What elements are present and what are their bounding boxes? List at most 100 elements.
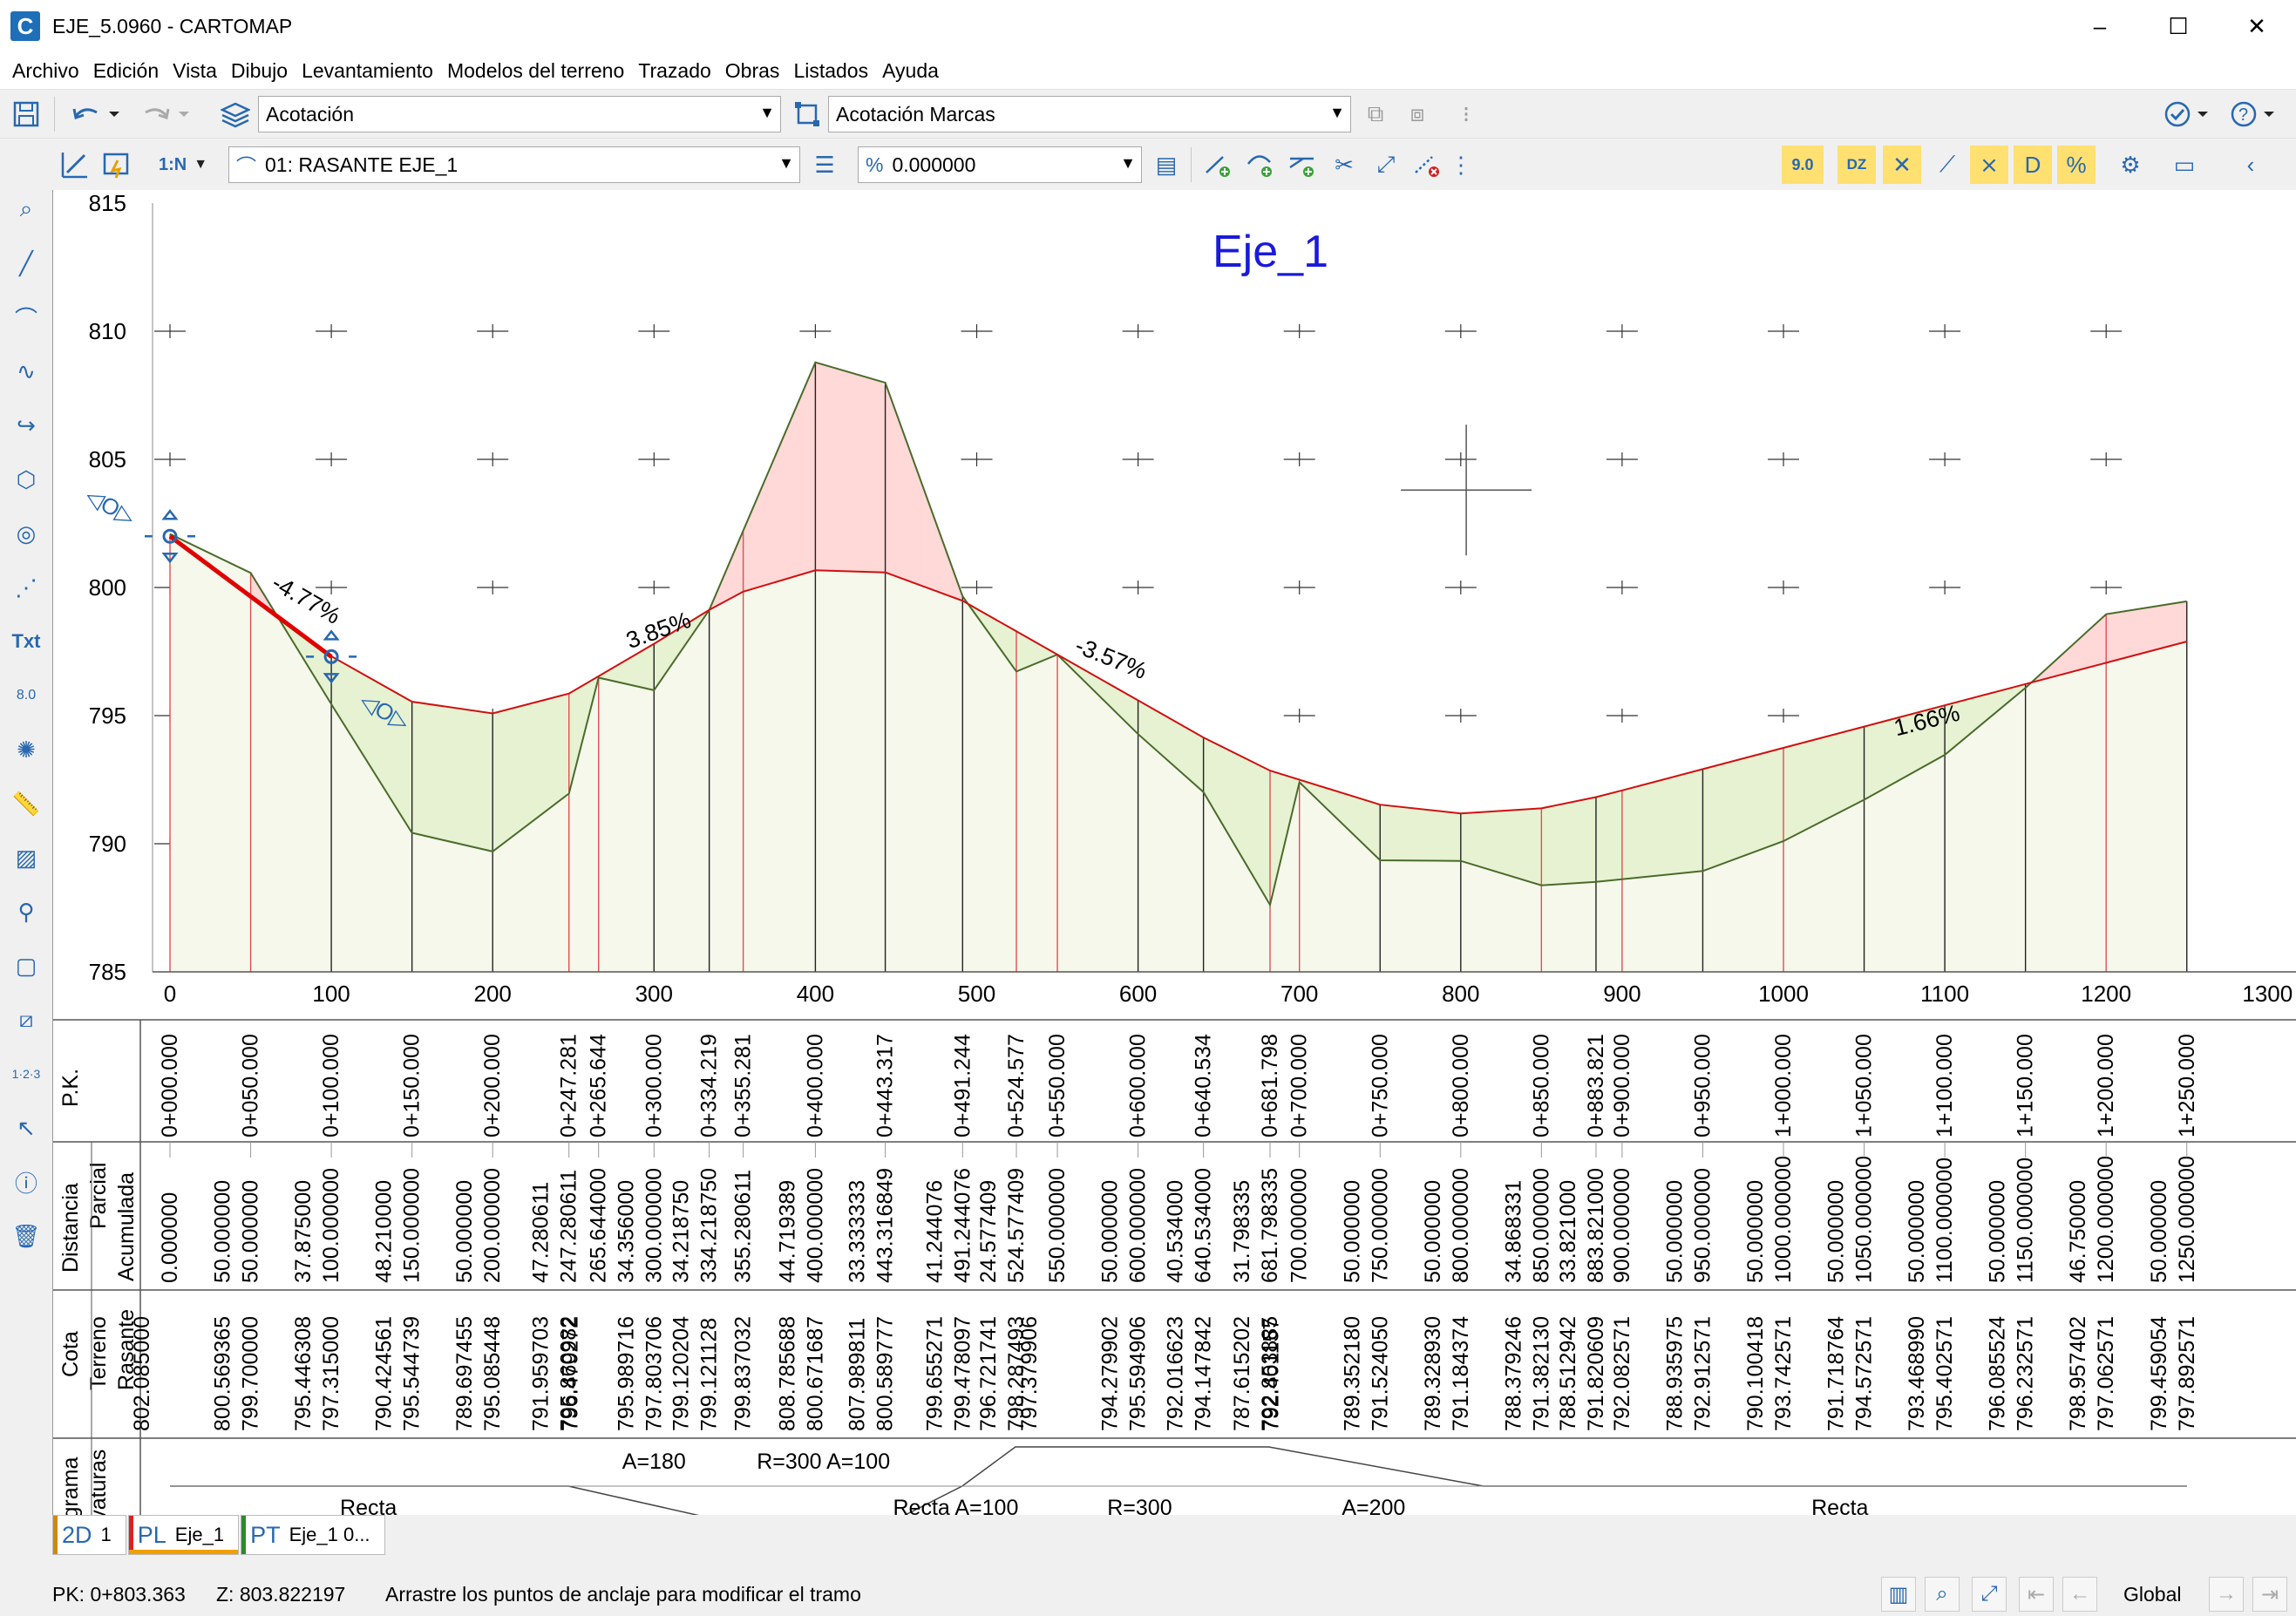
layout-icon[interactable]: ▥ — [1881, 1577, 1916, 1612]
cut-fill-band — [1831, 732, 1841, 817]
layer-combo-value: Acotación — [266, 102, 355, 126]
layer-combo[interactable]: Acotación ▼ — [258, 96, 781, 132]
collapse-icon[interactable]: ‹ — [2231, 146, 2270, 184]
image-tool-icon[interactable]: ▨ — [7, 839, 45, 877]
select-pointer-icon[interactable]: ↖ — [7, 1109, 45, 1147]
elevation-label-button[interactable]: 9.0 — [1782, 146, 1824, 184]
cut-fill-band — [1396, 805, 1405, 861]
menu-ayuda[interactable]: Ayuda — [875, 56, 946, 86]
slope-combo[interactable]: % 0.000000 ▼ — [858, 146, 1142, 183]
cut-fill-band — [1185, 727, 1195, 785]
guitar-rasante-value: 797.803706 — [642, 1316, 666, 1431]
scale-dropdown[interactable]: 1:N ▼ — [152, 146, 214, 184]
properties-icon[interactable]: ⋮ — [1450, 146, 1472, 184]
guitar-terreno-value: 795.446308 — [291, 1316, 316, 1431]
previous-icon[interactable]: ← — [2062, 1577, 2097, 1612]
pin-tool-icon[interactable]: ⚲ — [7, 893, 45, 931]
slash-tool-icon[interactable]: ⧄ — [7, 1001, 45, 1039]
help-icon[interactable]: ? — [2226, 95, 2284, 133]
add-vertex-icon[interactable] — [1199, 146, 1238, 184]
text-tool-icon[interactable]: Txt — [7, 622, 45, 661]
delete-vertex-icon[interactable] — [1409, 146, 1447, 184]
tab-pl[interactable]: PL Eje_1 — [127, 1515, 240, 1555]
cut-fill-band — [831, 366, 840, 572]
minimize-button[interactable]: – — [2061, 0, 2139, 52]
move-vertex-icon[interactable]: ⤢ — [1367, 146, 1405, 184]
curvature-label-bottom: Recta — [340, 1496, 397, 1515]
group-icon[interactable]: ⧉ — [1356, 95, 1395, 133]
table-icon[interactable]: ▤ — [1147, 146, 1185, 184]
add-curve-icon[interactable] — [1241, 146, 1280, 184]
close-button[interactable]: ✕ — [2218, 0, 2296, 52]
snap-vertex-icon[interactable]: ✕ — [1883, 146, 1921, 184]
profile-title: Eje_1 — [1213, 227, 1328, 277]
add-alignment-icon[interactable] — [1283, 146, 1321, 184]
menu-listados[interactable]: Listados — [786, 56, 875, 86]
dz-button[interactable]: DZ — [1837, 146, 1876, 184]
cut-segment-icon[interactable]: ✂ — [1325, 146, 1363, 184]
polyline-tool-icon[interactable]: ⌒ — [7, 298, 45, 336]
numbering-tool-icon[interactable]: 1·2·3 — [7, 1055, 45, 1093]
guitar-parcial-value: 37.875000 — [291, 1180, 316, 1283]
measure-tool-icon[interactable]: ⋰ — [7, 568, 45, 607]
menu-modelos-del-terreno[interactable]: Modelos del terreno — [440, 56, 631, 86]
trash-icon[interactable]: 🗑 — [7, 1217, 45, 1255]
save-icon[interactable] — [7, 95, 45, 133]
zoom-icon[interactable]: ⌕ — [7, 190, 45, 228]
rectangle-tool-icon[interactable]: ▢ — [7, 947, 45, 985]
undo-icon[interactable] — [68, 95, 126, 133]
maximize-button[interactable]: ☐ — [2139, 0, 2218, 52]
polygon-tool-icon[interactable]: ⬡ — [7, 460, 45, 499]
layers-icon[interactable] — [216, 95, 255, 133]
line-tool-icon[interactable]: ╱ — [7, 244, 45, 282]
edit-profile-icon[interactable] — [56, 146, 94, 184]
info-icon[interactable]: ⓘ — [7, 1163, 45, 1201]
guitar-rasante-value: 796.232571 — [2014, 1316, 2038, 1431]
menu-archivo[interactable]: Archivo — [5, 56, 86, 86]
menu-trazado[interactable]: Trazado — [631, 56, 718, 86]
menu-vista[interactable]: Vista — [166, 56, 224, 86]
snap-intersection-icon[interactable]: ⨯ — [1970, 146, 2008, 184]
tab-2d-kind: 2D — [62, 1521, 92, 1548]
tab-pt[interactable]: PT Eje_1 0... — [241, 1515, 385, 1555]
rasante-combo[interactable]: ⌒ 01: RASANTE EJE_1 ▼ — [228, 146, 800, 183]
scale-label: 1:N — [158, 154, 187, 174]
menu-edicion[interactable]: Edición — [86, 56, 166, 86]
zoom-extents-icon[interactable]: ⤢ — [1972, 1577, 2007, 1612]
guitar-pk-value: 0+265.644 — [587, 1034, 611, 1137]
menu-obras[interactable]: Obras — [718, 56, 787, 86]
status-scope[interactable]: Global — [2123, 1583, 2181, 1606]
last-icon[interactable]: ⇥ — [2252, 1577, 2287, 1612]
spline-tool-icon[interactable]: ∿ — [7, 352, 45, 390]
cut-fill-band — [1573, 799, 1582, 884]
symbol-tool-icon[interactable]: ✺ — [7, 730, 45, 769]
check-icon[interactable] — [2160, 95, 2218, 133]
profile-drawing[interactable]: ◁O▷◁O▷ -4.77%3.85%-3.57%1.66% 8158108058… — [53, 190, 2296, 1515]
ungroup-icon[interactable]: ⧈ — [1398, 95, 1437, 133]
list-rasantes-icon[interactable]: ☰ — [805, 146, 844, 184]
snap-distance-icon[interactable]: D — [2014, 146, 2052, 184]
perspective-icon[interactable]: ⁝ — [1447, 95, 1485, 133]
settings-icon[interactable]: ⚙ — [2111, 146, 2150, 184]
cut-fill-band — [427, 703, 437, 839]
tab-2d[interactable]: 2D 1 — [52, 1515, 126, 1555]
profile-calc-icon[interactable] — [98, 146, 136, 184]
profile-canvas[interactable]: ◁O▷ ◁O▷ -4.77% 3.85% -3.57% 1.66% 815 810 805 8… — [52, 190, 2296, 1515]
snap-percent-icon[interactable]: % — [2057, 146, 2096, 184]
next-icon[interactable]: → — [2209, 1577, 2244, 1612]
zoom-window-icon[interactable]: ⌕ — [1925, 1577, 1960, 1612]
ruler-tool-icon[interactable]: 📏 — [7, 784, 45, 823]
dimension-tool-icon[interactable]: 8.0 — [7, 676, 45, 715]
menu-dibujo[interactable]: Dibujo — [224, 56, 295, 86]
circle-tool-icon[interactable]: ◎ — [7, 514, 45, 553]
y-tick-label: 795 — [89, 703, 126, 729]
menu-levantamiento[interactable]: Levantamiento — [295, 56, 440, 86]
marks-style-icon[interactable] — [788, 95, 826, 133]
guitar-acumulada-value: 883.821000 — [1584, 1168, 1608, 1283]
first-icon[interactable]: ⇤ — [2019, 1577, 2054, 1612]
panel-icon[interactable]: ▭ — [2165, 146, 2204, 184]
curve-tool-icon[interactable]: ↪ — [7, 406, 45, 445]
redo-icon[interactable] — [138, 95, 195, 133]
marks-combo[interactable]: Acotación Marcas ▼ — [828, 96, 1351, 132]
snap-line-icon[interactable]: ⟋ — [1928, 146, 1967, 184]
